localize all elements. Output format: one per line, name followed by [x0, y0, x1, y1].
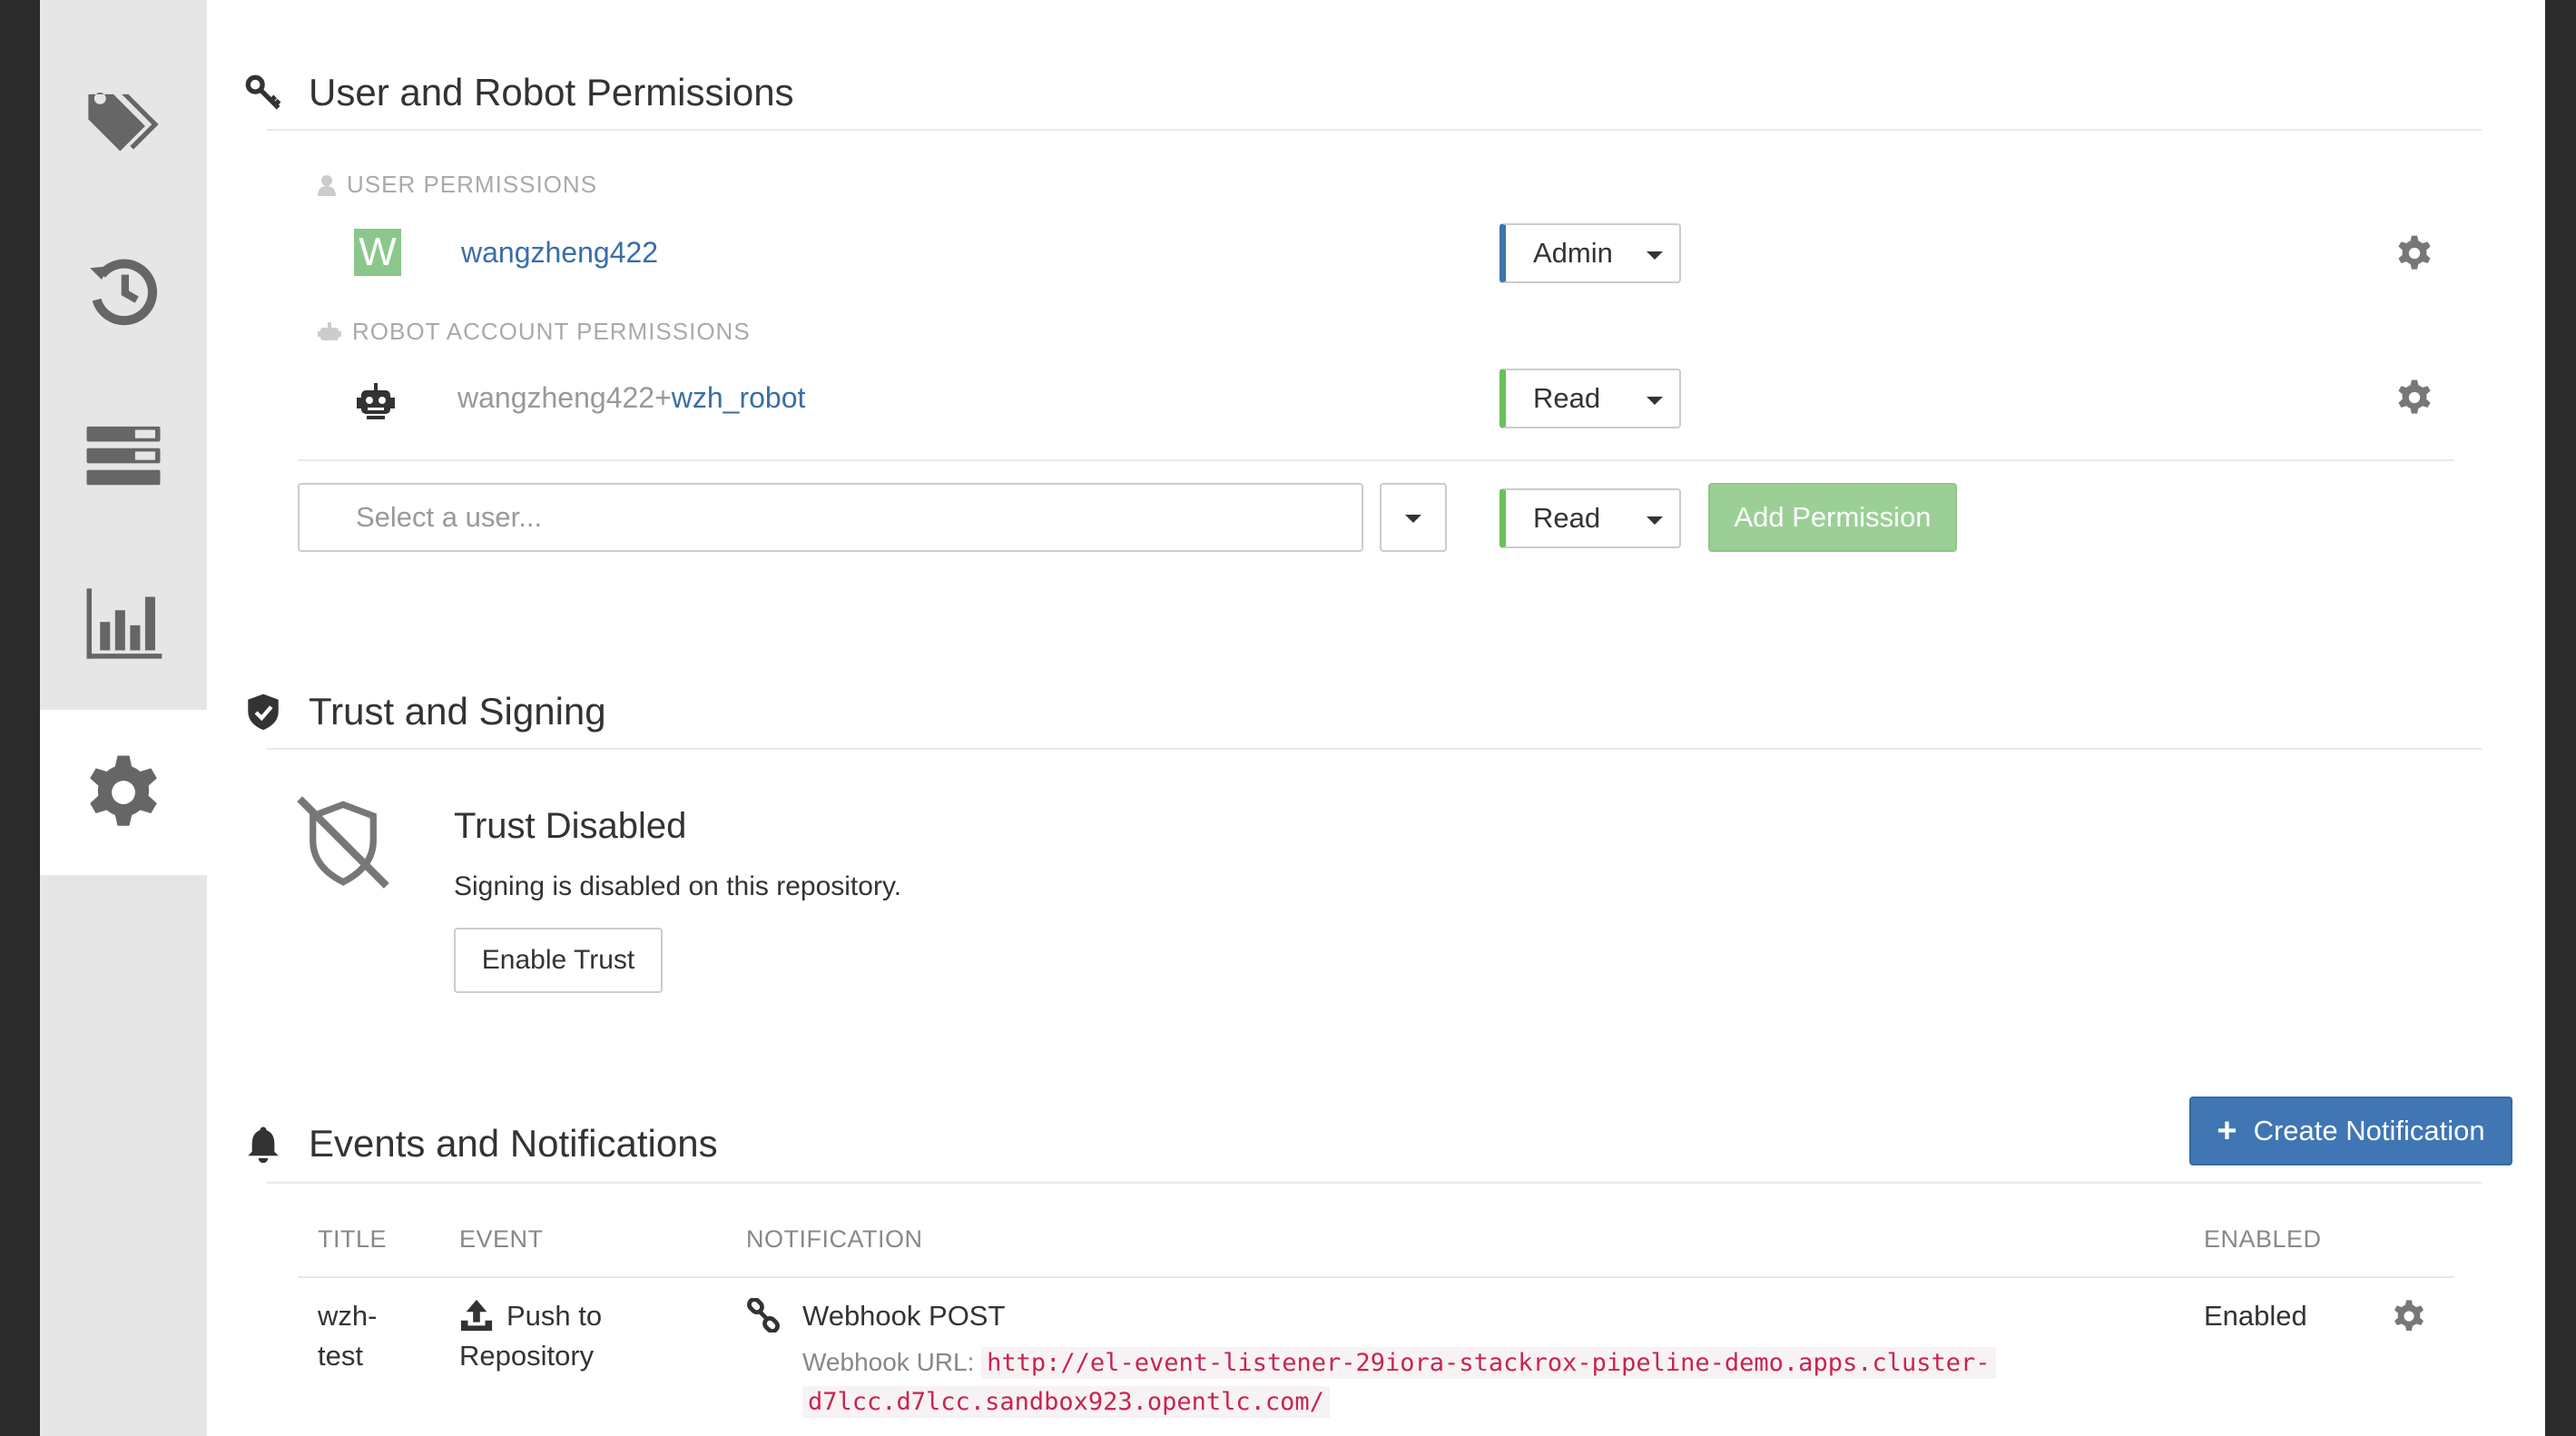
user-permissions-header: USER PERMISSIONS — [318, 171, 597, 199]
key-icon — [245, 74, 281, 110]
chevron-down-icon — [1647, 516, 1663, 525]
column-header-event[interactable]: EVENT — [459, 1225, 544, 1254]
sidebar-item-builds[interactable] — [40, 374, 207, 539]
user-permission-gear-icon[interactable] — [2394, 233, 2434, 273]
bell-icon — [248, 1126, 279, 1164]
divider — [267, 129, 2482, 131]
permissions-section-title: User and Robot Permissions — [245, 71, 794, 114]
sidebar-item-tags[interactable] — [40, 42, 207, 207]
user-icon — [318, 174, 336, 196]
robot-permissions-header: ROBOT ACCOUNT PERMISSIONS — [318, 318, 751, 346]
repo-sidebar — [40, 0, 207, 1436]
events-title-text: Events and Notifications — [309, 1122, 718, 1165]
robot-permission-gear-icon[interactable] — [2394, 378, 2434, 418]
usage-logs-icon — [86, 588, 162, 659]
trust-status-text: Signing is disabled on this repository. — [454, 871, 902, 901]
column-header-enabled[interactable]: ENABLED — [2204, 1225, 2322, 1254]
user-role-value: Admin — [1533, 237, 1613, 269]
notification-title: wzh- test — [318, 1296, 377, 1376]
select-user-placeholder: Select a user... — [356, 501, 543, 533]
robot-icon — [357, 383, 395, 419]
chevron-down-icon — [1405, 515, 1421, 523]
builds-icon — [86, 426, 161, 486]
link-icon — [747, 1298, 780, 1333]
webhook-url-value: http://el-event-listener-29iora-stackrox… — [981, 1347, 1996, 1379]
robot-small-icon — [318, 321, 341, 340]
app-frame: User and Robot Permissions USER PERMISSI… — [40, 0, 2545, 1436]
webhook-url-label: Webhook URL: — [802, 1348, 975, 1376]
notification-title-line: wzh- — [318, 1300, 378, 1332]
events-section-title: Events and Notifications — [248, 1122, 718, 1166]
notification-enabled-status: Enabled — [2204, 1300, 2307, 1332]
webhook-url-value: d7lcc.d7lcc.sandbox923.opentlc.com/ — [802, 1386, 1330, 1418]
trust-status-title: Trust Disabled — [454, 806, 687, 846]
new-permission-role-value: Read — [1533, 502, 1601, 534]
settings-icon — [90, 755, 157, 826]
settings-content: User and Robot Permissions USER PERMISSI… — [207, 0, 2545, 1436]
new-permission-role-dropdown[interactable]: Read — [1499, 488, 1681, 548]
column-header-notification[interactable]: NOTIFICATION — [746, 1225, 923, 1254]
notification-method: Webhook POST — [802, 1300, 1006, 1332]
trust-title-text: Trust and Signing — [309, 690, 606, 733]
notification-gear-icon[interactable] — [2391, 1298, 2427, 1334]
robot-namespace-prefix: wangzheng422+ — [457, 381, 672, 414]
divider — [267, 1182, 2482, 1184]
permissions-title-text: User and Robot Permissions — [309, 71, 794, 113]
webhook-url: Webhook URL: http://el-event-listener-29… — [802, 1343, 1996, 1421]
robot-permissions-label: ROBOT ACCOUNT PERMISSIONS — [352, 318, 751, 345]
user-permissions-label: USER PERMISSIONS — [347, 171, 598, 198]
create-notification-button[interactable]: + Create Notification — [2189, 1097, 2512, 1166]
sidebar-item-settings[interactable] — [40, 710, 207, 875]
divider — [298, 459, 2454, 461]
avatar-letter: W — [359, 230, 397, 274]
divider — [267, 748, 2482, 750]
notification-title-line: test — [318, 1340, 363, 1372]
event-type-line2: Repository — [459, 1340, 595, 1372]
enable-trust-button[interactable]: Enable Trust — [454, 928, 663, 993]
user-role-dropdown[interactable]: Admin — [1499, 223, 1681, 283]
robot-link[interactable]: wzh_robot — [672, 381, 806, 415]
sidebar-item-usage-logs[interactable] — [40, 541, 207, 706]
event-type-line1: Push to — [506, 1300, 603, 1332]
divider — [298, 1276, 2454, 1278]
column-header-title[interactable]: TITLE — [318, 1225, 387, 1254]
robot-account-name: wangzheng422+ wzh_robot — [457, 381, 805, 415]
select-user-input[interactable]: Select a user... — [298, 483, 1363, 552]
tags-icon — [88, 93, 159, 152]
sidebar-item-history[interactable] — [40, 209, 207, 374]
plus-icon: + — [2217, 1112, 2237, 1150]
shield-disabled-icon — [297, 796, 389, 889]
upload-icon — [460, 1299, 493, 1332]
chevron-down-icon — [1647, 251, 1663, 260]
shield-check-icon — [248, 693, 279, 731]
user-link[interactable]: wangzheng422 — [461, 236, 658, 270]
history-icon — [90, 259, 158, 326]
avatar: W — [354, 229, 401, 276]
select-user-dropdown-button[interactable] — [1380, 483, 1447, 552]
chevron-down-icon — [1647, 397, 1663, 405]
robot-role-dropdown[interactable]: Read — [1499, 369, 1681, 428]
trust-section-title: Trust and Signing — [248, 690, 606, 733]
add-permission-button[interactable]: Add Permission — [1708, 483, 1957, 552]
robot-role-value: Read — [1533, 382, 1601, 414]
create-notification-label: Create Notification — [2253, 1115, 2485, 1146]
